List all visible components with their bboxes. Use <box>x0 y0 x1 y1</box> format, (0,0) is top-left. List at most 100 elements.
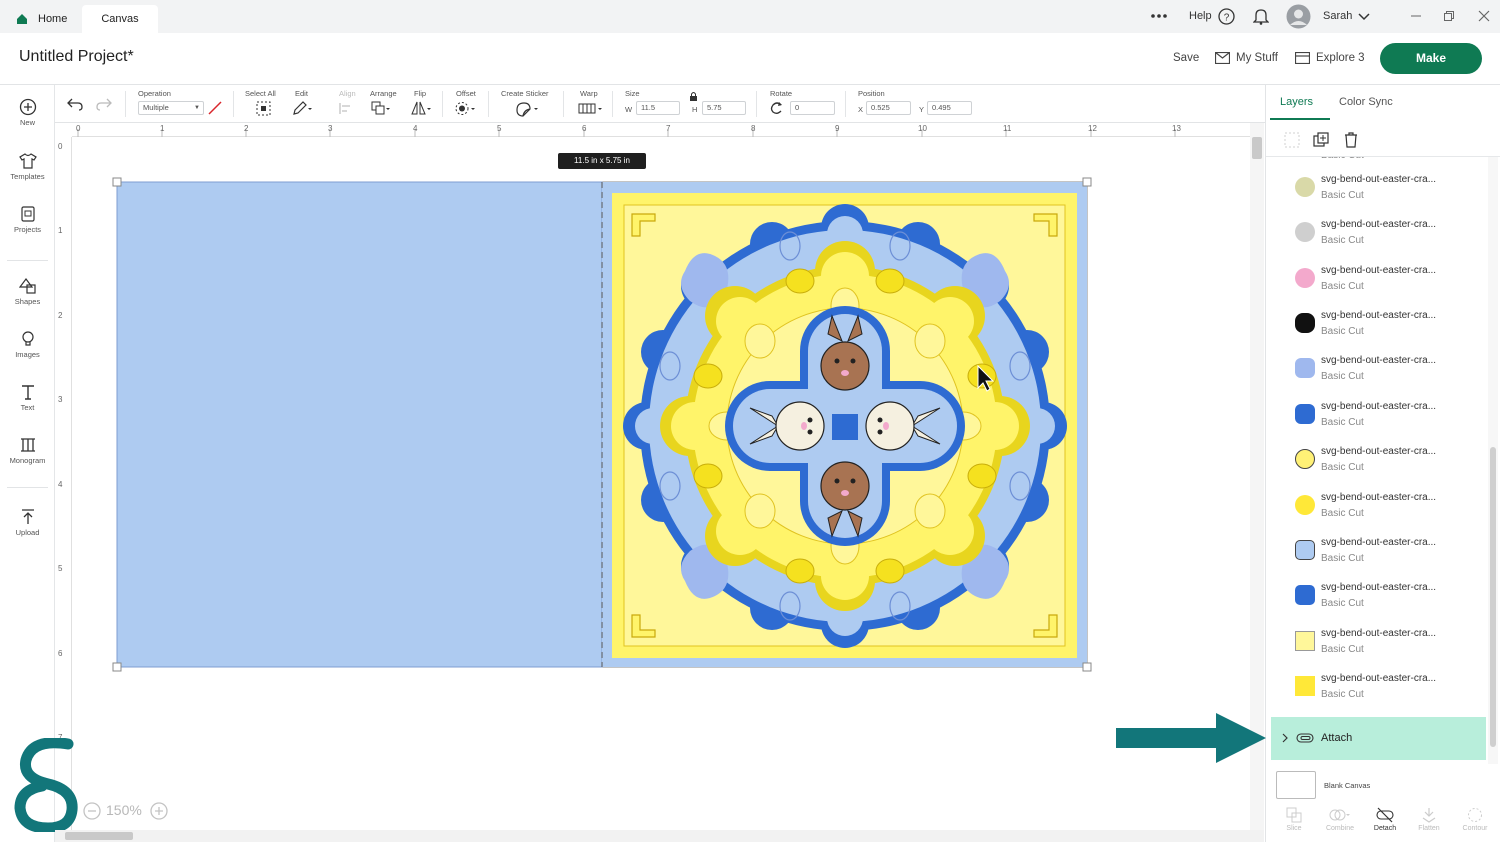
ruler-top: 0 1 2 3 4 5 6 7 8 9 10 11 12 13 <box>72 123 1250 137</box>
scrollbar-thumb[interactable] <box>1490 447 1496 747</box>
arrange-label: Arrange <box>370 89 397 98</box>
more-options-icon[interactable] <box>1150 0 1168 33</box>
ruler-number: 3 <box>328 124 333 133</box>
ruler-number: 3 <box>58 395 63 404</box>
sidebar-item-shapes[interactable]: Shapes <box>0 277 55 306</box>
tab-layers[interactable]: Layers <box>1280 96 1313 108</box>
ruler-number: 0 <box>76 124 81 133</box>
make-button[interactable]: Make <box>1380 43 1482 74</box>
layer-item[interactable]: svg-bend-out-easter-cra... Basic Cut <box>1271 572 1486 617</box>
shapes-icon <box>18 278 36 294</box>
layer-item[interactable]: svg-bend-out-easter-cra... Basic Cut <box>1271 345 1486 390</box>
arrange-icon[interactable] <box>371 101 391 116</box>
avatar[interactable] <box>1286 4 1311 29</box>
scrollbar-thumb[interactable] <box>65 832 133 840</box>
operation-select[interactable]: Multiple ▼ <box>138 101 204 115</box>
sticker-icon[interactable] <box>515 101 541 118</box>
scrollbar-thumb[interactable] <box>1252 137 1262 159</box>
combine-icon <box>1329 809 1350 821</box>
rotate-icon[interactable] <box>770 101 784 115</box>
width-input[interactable]: 11.5 <box>636 101 680 115</box>
ruler-ticks <box>77 129 1176 137</box>
layer-item[interactable]: svg-bend-out-easter-cra... Basic Cut <box>1271 618 1486 663</box>
layers-scrollbar[interactable] <box>1488 157 1498 764</box>
help-icon[interactable]: ? <box>1218 8 1235 25</box>
layer-item[interactable]: svg-bend-out-easter-cra... Basic Cut <box>1271 527 1486 572</box>
tab-canvas[interactable]: Canvas <box>82 5 158 33</box>
layer-item[interactable]: svg-bend-out-easter-cra... Basic Cut <box>1271 164 1486 209</box>
trash-icon[interactable] <box>1343 132 1359 148</box>
save-button[interactable]: Save <box>1173 52 1199 64</box>
user-menu[interactable]: Sarah <box>1323 0 1352 33</box>
layer-sublabel: Basic Cut <box>1321 281 1364 292</box>
layer-sublabel: Basic Cut <box>1321 462 1364 473</box>
help-link[interactable]: Help <box>1189 0 1212 33</box>
duplicate-icon[interactable] <box>1313 132 1329 148</box>
sidebar-item-monogram[interactable]: Monogram <box>0 436 55 465</box>
layer-thumbnail <box>1295 631 1315 651</box>
monogram-icon <box>20 438 35 452</box>
zoom-out-icon[interactable] <box>83 802 101 820</box>
flip-label: Flip <box>414 89 427 98</box>
divider <box>233 91 234 117</box>
layer-thumbnail <box>1295 404 1315 424</box>
chevron-right-icon[interactable] <box>1281 733 1289 743</box>
sidebar-item-images[interactable]: Images <box>0 330 55 359</box>
project-title[interactable]: Untitled Project* <box>19 48 134 66</box>
sidebar-item-templates[interactable]: Templates <box>0 152 55 181</box>
lock-icon[interactable] <box>689 91 698 102</box>
zoom-in-icon[interactable] <box>150 802 168 820</box>
undo-icon[interactable] <box>67 97 83 111</box>
lightbulb-icon <box>21 331 34 346</box>
explore-button[interactable]: Explore 3 <box>1316 52 1365 64</box>
tab-home[interactable]: Home <box>8 5 82 33</box>
rotate-input[interactable]: 0 <box>790 101 835 115</box>
warp-icon[interactable] <box>578 101 604 116</box>
blank-canvas-row[interactable]: Blank Canvas <box>1266 765 1500 805</box>
layer-sublabel: Basic Cut <box>1321 190 1364 201</box>
select-all-icon[interactable] <box>256 101 271 116</box>
no-color-icon[interactable] <box>208 101 222 115</box>
layer-item[interactable]: svg-bend-out-easter-cra... Basic Cut <box>1271 391 1486 436</box>
ruler-number: 2 <box>244 124 249 133</box>
sidebar-item-label: Text <box>20 403 35 412</box>
pen-icon[interactable] <box>292 101 312 116</box>
tab-underline <box>1270 118 1330 120</box>
sidebar-item-text[interactable]: Text <box>0 383 55 412</box>
mail-icon[interactable] <box>1215 52 1230 64</box>
sidebar-item-upload[interactable]: Upload <box>0 508 55 537</box>
flip-icon[interactable] <box>411 101 431 116</box>
card-design[interactable] <box>110 176 1095 674</box>
chevron-down-icon[interactable] <box>1358 12 1370 21</box>
sidebar-item-new[interactable]: New <box>0 98 55 127</box>
bell-icon[interactable] <box>1253 8 1269 25</box>
projects-icon <box>20 206 35 222</box>
layer-item[interactable]: svg-bend-out-easter-cra... Basic Cut <box>1271 209 1486 254</box>
close-icon[interactable] <box>1478 10 1490 22</box>
layer-thumbnail <box>1295 540 1315 560</box>
divider <box>7 487 48 488</box>
my-stuff-button[interactable]: My Stuff <box>1236 52 1278 64</box>
restore-icon[interactable] <box>1443 10 1455 22</box>
minimize-icon[interactable] <box>1410 11 1422 21</box>
redo-icon[interactable] <box>96 97 112 111</box>
layer-item[interactable]: svg-bend-out-easter-cra... Basic Cut <box>1271 482 1486 527</box>
layer-item[interactable]: svg-bend-out-easter-cra... Basic Cut <box>1271 436 1486 481</box>
layer-item[interactable]: svg-bend-out-easter-cra... Basic Cut <box>1271 300 1486 345</box>
attach-group-row[interactable]: Attach <box>1271 717 1486 760</box>
horizontal-scrollbar[interactable] <box>55 830 1264 842</box>
height-input[interactable]: 5.75 <box>702 101 746 115</box>
layer-item[interactable]: svg-bend-out-easter-cra... Basic Cut <box>1271 255 1486 300</box>
canvas-thumbnail <box>1276 771 1316 799</box>
sidebar-item-projects[interactable]: Projects <box>0 205 55 234</box>
detach-button[interactable]: Detach <box>1365 807 1405 832</box>
explore-icon[interactable] <box>1295 52 1310 64</box>
layer-thumbnail <box>1295 449 1315 469</box>
offset-icon[interactable] <box>455 101 477 116</box>
y-input[interactable]: 0.495 <box>927 101 972 115</box>
divider <box>612 91 613 117</box>
layer-item[interactable]: svg-bend-out-easter-cra... Basic Cut <box>1271 663 1486 708</box>
tab-color-sync[interactable]: Color Sync <box>1339 96 1393 108</box>
x-input[interactable]: 0.525 <box>866 101 911 115</box>
size-tooltip: 11.5 in x 5.75 in <box>558 153 646 169</box>
